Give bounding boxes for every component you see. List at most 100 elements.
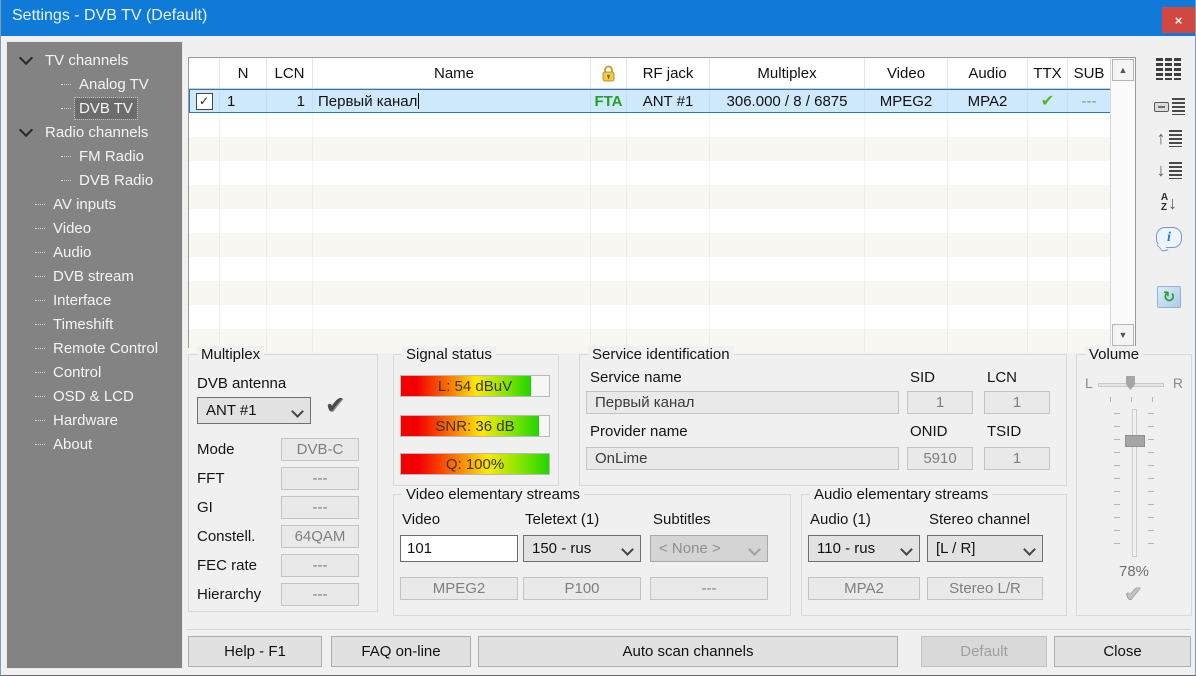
channel-table: N LCN Name RF jack Multiplex Video Audio… [188,57,1136,348]
header-encryption[interactable] [591,58,627,88]
chevron-down-icon [748,543,761,556]
table-row-empty [189,161,1135,185]
service-identification-title: Service identification [588,346,734,363]
multiplex-group-title: Multiplex [197,346,264,363]
header-video[interactable]: Video [865,58,948,88]
sidebar-item-dvb-tv[interactable]: DVB TV [7,96,182,120]
header-lcn[interactable]: LCN [267,58,313,88]
audio-pid-label: Audio (1) [810,511,871,528]
sidebar-item-hardware[interactable]: Hardware [7,408,182,432]
header-sub[interactable]: SUB [1068,58,1111,88]
sidebar-item-timeshift[interactable]: Timeshift [7,312,182,336]
sidebar-item-osd-lcd[interactable]: OSD & LCD [7,384,182,408]
volume-thumb[interactable] [1125,435,1145,447]
sidebar-item-audio[interactable]: Audio [7,240,182,264]
audio-streams-title: Audio elementary streams [810,486,992,503]
balance-right-label: R [1173,375,1183,391]
service-name-value: Первый канал [586,391,899,414]
onid-value: 5910 [907,447,973,470]
channel-list-button[interactable] [1156,58,1183,98]
provider-name-value: OnLime [586,447,899,470]
footer-separator [187,629,1191,630]
sort-channels-button[interactable]: AZ ↓ [1161,193,1177,213]
gi-label: GI [197,499,213,516]
move-channel-down-button[interactable]: ↓ [1157,161,1182,179]
volume-track[interactable] [1132,409,1137,557]
lcn-value: 1 [984,391,1050,414]
lcn-label: LCN [987,369,1017,386]
balance-thumb[interactable] [1126,376,1135,390]
gi-value: --- [281,496,359,519]
refresh-icon: ↻ [1157,286,1181,308]
table-empty-rows [189,113,1135,353]
scroll-up-icon: ▲ [1119,65,1128,75]
cell-audio: MPA2 [948,89,1028,113]
close-button[interactable]: Close [1054,636,1191,667]
teletext-label: Teletext (1) [525,511,599,528]
table-row-empty [189,281,1135,305]
channel-toolbar: ↑ ↓ AZ ↓ i ↻ [1147,58,1191,308]
header-n[interactable]: N [220,58,267,88]
ttx-check-icon: ✔ [1041,91,1054,111]
audio-select[interactable]: 110 - rus [808,535,920,562]
sidebar-item-radio-channels[interactable]: Radio channels [7,120,182,144]
stereo-channel-select[interactable]: [L / R] [927,535,1043,562]
teletext-select[interactable]: 150 - rus [523,535,641,562]
move-channel-up-button[interactable]: ↑ [1157,129,1182,147]
header-audio[interactable]: Audio [948,58,1028,88]
channel-name-edit[interactable]: Первый канал [313,89,591,113]
volume-ticks-left [1114,413,1120,553]
table-row-empty [189,113,1135,137]
sidebar-item-dvb-stream[interactable]: DVB stream [7,264,182,288]
dvb-antenna-select[interactable]: ANT #1 [197,397,311,424]
scroll-up-button[interactable]: ▲ [1112,59,1134,81]
balance-ticks [1110,397,1153,402]
service-identification-group: Service identification Service name SID … [579,354,1067,486]
sidebar-item-dvb-radio[interactable]: DVB Radio [7,168,182,192]
settings-window: Settings - DVB TV (Default) × TV channel… [0,0,1196,676]
sidebar-item-remote-control[interactable]: Remote Control [7,336,182,360]
sidebar-item-av-inputs[interactable]: AV inputs [7,192,182,216]
faq-online-button[interactable]: FAQ on-line [331,636,471,667]
provider-name-label: Provider name [590,423,688,440]
sidebar-item-video[interactable]: Video [7,216,182,240]
sidebar-item-analog-tv[interactable]: Analog TV [7,72,182,96]
update-channel-list-button[interactable]: ↻ [1157,286,1181,308]
table-scrollbar[interactable]: ▲ ▼ [1110,58,1135,347]
help-button[interactable]: Help - F1 [188,636,322,667]
auto-scan-channels-button[interactable]: Auto scan channels [478,636,898,667]
channel-enabled-checkbox[interactable]: ✓ [196,93,213,110]
chevron-down-icon [19,51,33,65]
subtitles-label: Subtitles [653,511,711,528]
header-name[interactable]: Name [313,58,591,88]
default-button[interactable]: Default [921,636,1047,667]
volume-apply-check-icon[interactable]: ✔ [1077,581,1191,607]
rename-channel-button[interactable] [1154,98,1185,115]
subtitles-info-value: --- [650,577,768,600]
sidebar-item-fm-radio[interactable]: FM Radio [7,144,182,168]
list-lines-icon [1169,162,1182,179]
scroll-down-icon: ▼ [1119,330,1128,340]
sidebar-item-interface[interactable]: Interface [7,288,182,312]
signal-level-bar: L: 54 dBuV [400,375,550,397]
scroll-down-button[interactable]: ▼ [1112,324,1134,346]
sidebar-item-tv-channels[interactable]: TV channels [7,48,182,72]
header-multiplex[interactable]: Multiplex [710,58,865,88]
sidebar-item-control[interactable]: Control [7,360,182,384]
tsid-value: 1 [984,447,1050,470]
subtitles-select[interactable]: < None > [650,535,768,562]
channel-row-selected[interactable]: ✓ 1 1 Первый канал FTA ANT #1 306.000 / … [189,89,1135,113]
channel-info-button[interactable]: i [1156,227,1182,248]
header-select-column[interactable] [189,58,220,88]
table-row-empty [189,185,1135,209]
close-window-button[interactable]: × [1162,7,1195,33]
arrow-down-icon: ↓ [1157,161,1166,179]
sidebar-item-about[interactable]: About [7,432,182,456]
sid-label: SID [910,369,935,386]
header-ttx[interactable]: TTX [1028,58,1068,88]
header-rf-jack[interactable]: RF jack [627,58,710,88]
list-lines-icon [1169,130,1182,147]
dvb-antenna-label: DVB antenna [197,375,286,392]
close-icon: × [1175,13,1183,28]
video-pid-input[interactable]: 101 [400,535,518,562]
